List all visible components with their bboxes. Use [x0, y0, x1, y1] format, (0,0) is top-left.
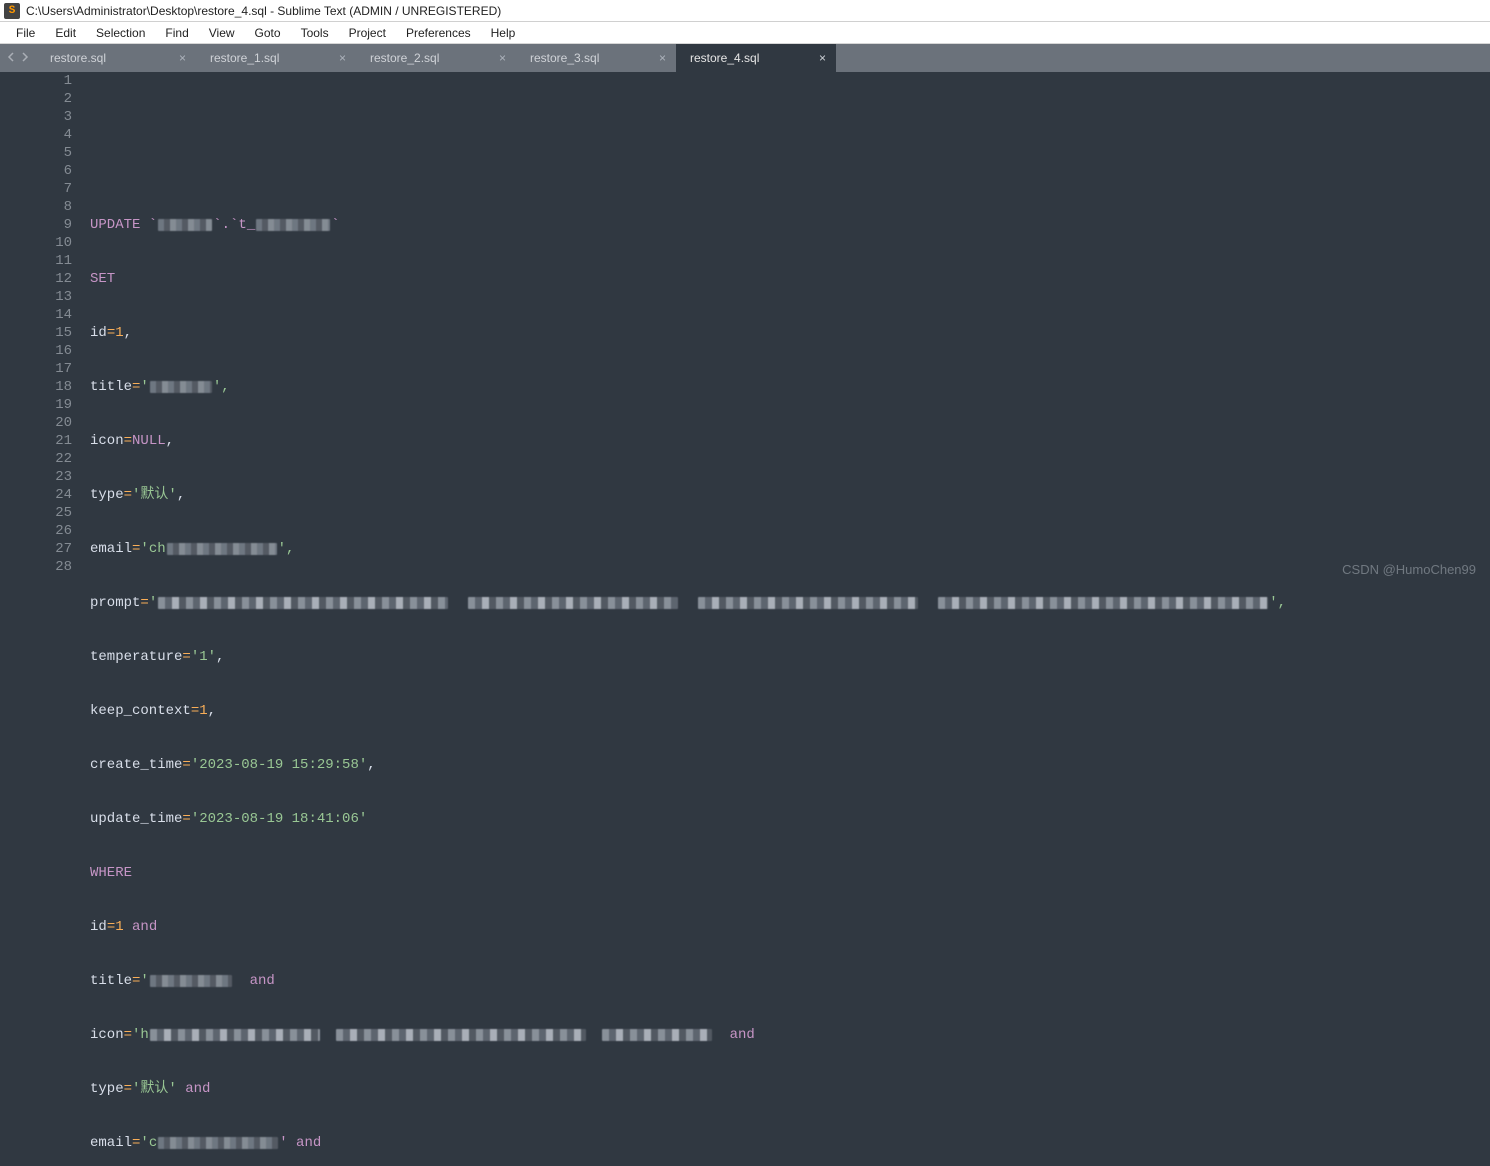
- tab-nav: [0, 44, 36, 72]
- tab-restore[interactable]: restore.sql ×: [36, 44, 196, 72]
- code-line: create_time='2023-08-19 15:29:58',: [90, 756, 1490, 774]
- line-number: 27: [0, 540, 72, 558]
- code-line: temperature='1',: [90, 648, 1490, 666]
- line-number: 21: [0, 432, 72, 450]
- line-number: 15: [0, 324, 72, 342]
- tab-label: restore_1.sql: [210, 51, 279, 65]
- line-number: 8: [0, 198, 72, 216]
- code-line: UPDATE ``.`t_`: [90, 216, 1490, 234]
- code-line: [90, 162, 1490, 180]
- code-area[interactable]: UPDATE ``.`t_` SET id=1, title='', icon=…: [90, 72, 1490, 583]
- line-number: 13: [0, 288, 72, 306]
- menu-goto[interactable]: Goto: [245, 22, 291, 43]
- line-number: 6: [0, 162, 72, 180]
- menu-project[interactable]: Project: [339, 22, 396, 43]
- line-number: 1: [0, 72, 72, 90]
- menu-preferences[interactable]: Preferences: [396, 22, 481, 43]
- app-logo-icon: S: [4, 3, 20, 19]
- code-line: type='默认',: [90, 486, 1490, 504]
- window-title: C:\Users\Administrator\Desktop\restore_4…: [26, 4, 501, 18]
- line-number: 20: [0, 414, 72, 432]
- line-number: 5: [0, 144, 72, 162]
- tabbar: restore.sql × restore_1.sql × restore_2.…: [0, 44, 1490, 72]
- watermark: CSDN @HumoChen99: [1342, 562, 1476, 577]
- tabs: restore.sql × restore_1.sql × restore_2.…: [36, 44, 836, 72]
- line-number: 17: [0, 360, 72, 378]
- line-number: 7: [0, 180, 72, 198]
- line-number: 12: [0, 270, 72, 288]
- tab-label: restore_2.sql: [370, 51, 439, 65]
- code-line: prompt='',: [90, 594, 1490, 612]
- tab-forward-icon[interactable]: [20, 49, 30, 67]
- code-line: [90, 108, 1490, 126]
- line-number: 23: [0, 468, 72, 486]
- close-icon[interactable]: ×: [659, 51, 666, 65]
- tab-restore-1[interactable]: restore_1.sql ×: [196, 44, 356, 72]
- code-line: type='默认' and: [90, 1080, 1490, 1098]
- code-line: title='',: [90, 378, 1490, 396]
- code-line: title=' and: [90, 972, 1490, 990]
- tab-label: restore_3.sql: [530, 51, 599, 65]
- line-number: 25: [0, 504, 72, 522]
- tab-label: restore.sql: [50, 51, 106, 65]
- close-icon[interactable]: ×: [179, 51, 186, 65]
- line-number: 18: [0, 378, 72, 396]
- tab-restore-2[interactable]: restore_2.sql ×: [356, 44, 516, 72]
- menu-selection[interactable]: Selection: [86, 22, 155, 43]
- line-number: 3: [0, 108, 72, 126]
- line-number: 2: [0, 90, 72, 108]
- menu-help[interactable]: Help: [481, 22, 526, 43]
- tab-label: restore_4.sql: [690, 51, 759, 65]
- code-line: id=1 and: [90, 918, 1490, 936]
- line-number: 4: [0, 126, 72, 144]
- titlebar: S C:\Users\Administrator\Desktop\restore…: [0, 0, 1490, 22]
- code-line: id=1,: [90, 324, 1490, 342]
- tab-restore-4[interactable]: restore_4.sql ×: [676, 44, 836, 72]
- code-line: email='c' and: [90, 1134, 1490, 1152]
- line-number: 28: [0, 558, 72, 576]
- gutter: 1234567891011121314151617181920212223242…: [0, 72, 90, 583]
- tab-restore-3[interactable]: restore_3.sql ×: [516, 44, 676, 72]
- code-line: SET: [90, 270, 1490, 288]
- line-number: 16: [0, 342, 72, 360]
- code-line: icon=NULL,: [90, 432, 1490, 450]
- close-icon[interactable]: ×: [339, 51, 346, 65]
- close-icon[interactable]: ×: [499, 51, 506, 65]
- code-line: icon='h and: [90, 1026, 1490, 1044]
- code-line: keep_context=1,: [90, 702, 1490, 720]
- line-number: 9: [0, 216, 72, 234]
- code-line: WHERE: [90, 864, 1490, 882]
- menu-find[interactable]: Find: [155, 22, 198, 43]
- line-number: 26: [0, 522, 72, 540]
- line-number: 19: [0, 396, 72, 414]
- line-number: 11: [0, 252, 72, 270]
- menubar: File Edit Selection Find View Goto Tools…: [0, 22, 1490, 44]
- line-number: 22: [0, 450, 72, 468]
- menu-tools[interactable]: Tools: [291, 22, 339, 43]
- editor[interactable]: 1234567891011121314151617181920212223242…: [0, 72, 1490, 583]
- menu-edit[interactable]: Edit: [45, 22, 86, 43]
- tab-back-icon[interactable]: [6, 49, 16, 67]
- code-line: update_time='2023-08-19 18:41:06': [90, 810, 1490, 828]
- menu-view[interactable]: View: [199, 22, 245, 43]
- code-line: email='ch',: [90, 540, 1490, 558]
- line-number: 10: [0, 234, 72, 252]
- menu-file[interactable]: File: [6, 22, 45, 43]
- line-number: 24: [0, 486, 72, 504]
- line-number: 14: [0, 306, 72, 324]
- close-icon[interactable]: ×: [819, 51, 826, 65]
